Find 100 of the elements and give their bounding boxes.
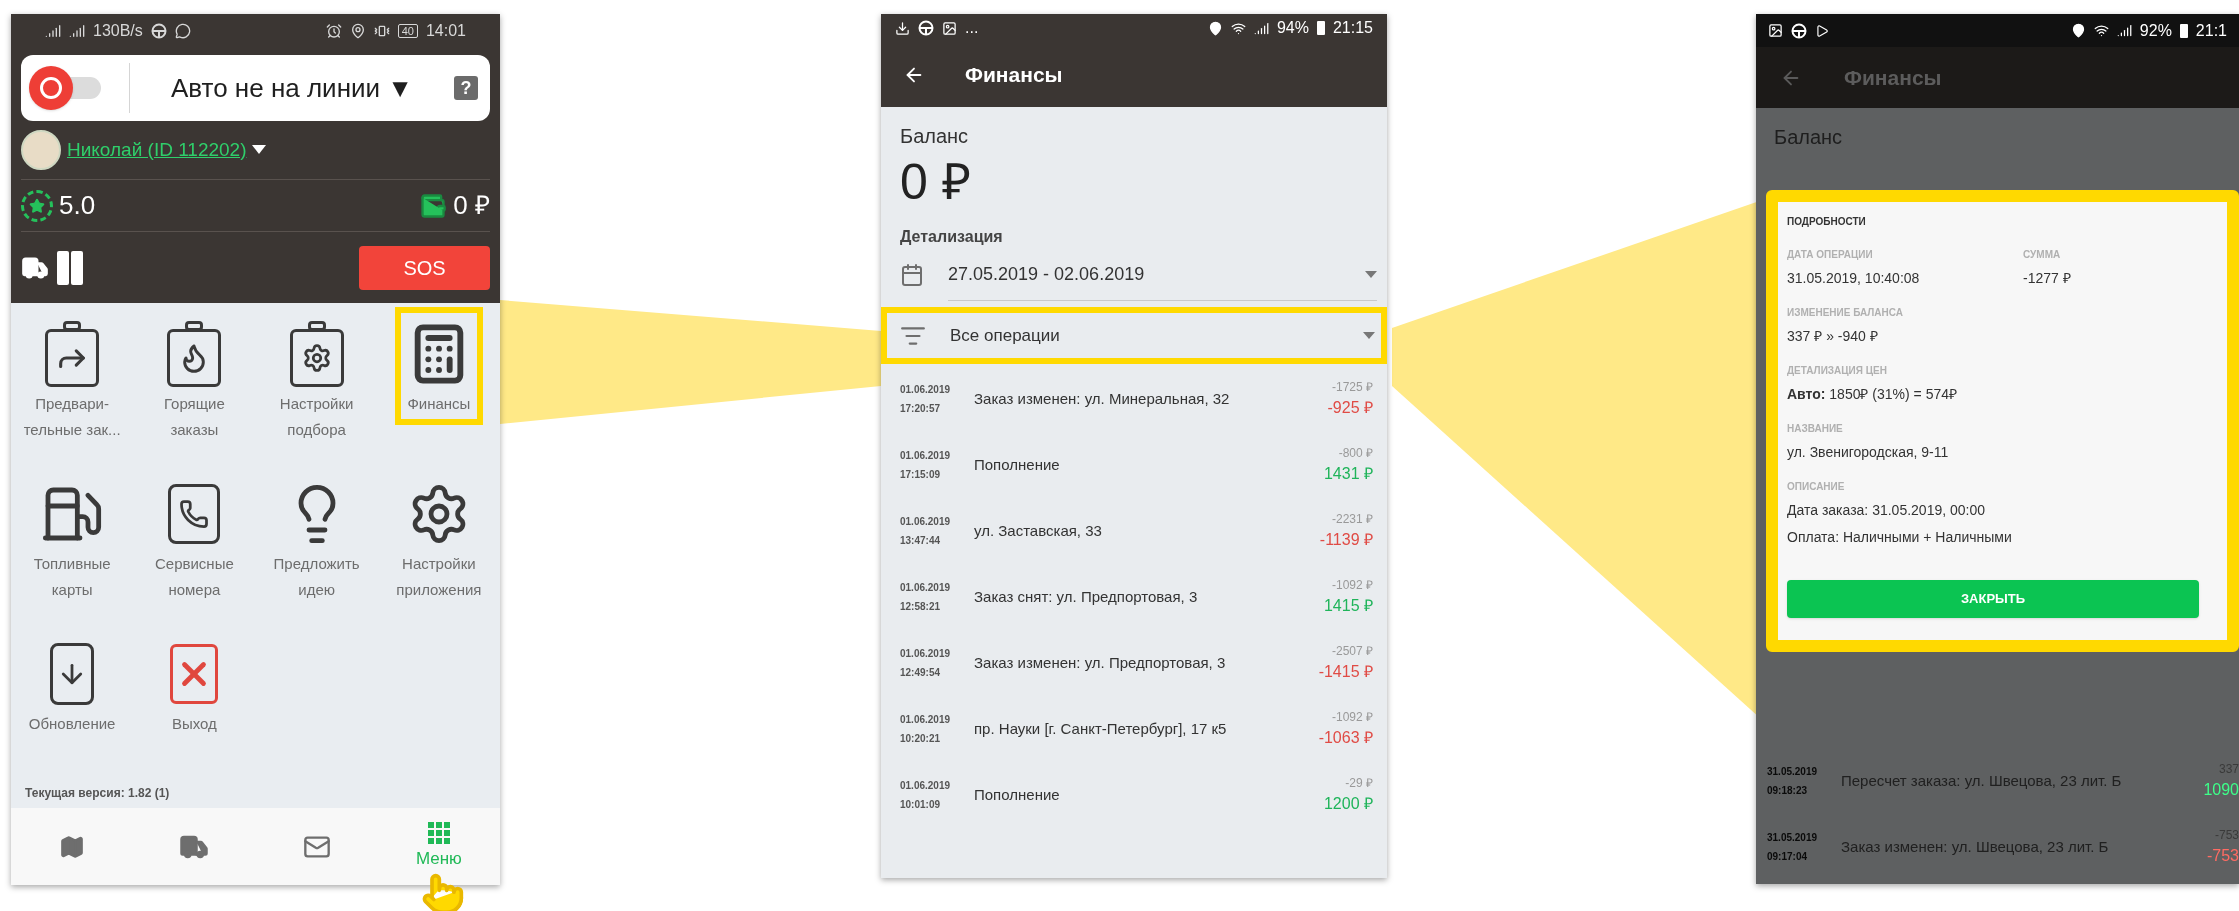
field-value: Дата заказа: 31.05.2019, 00:00 (1787, 501, 1987, 520)
operation-row[interactable]: 01.06.2019 12:49:54 Заказ изменен: ул. Предпортовая, 3 -2507 ₽ -1415 ₽ (900, 630, 1373, 696)
rating-value: 5.0 (59, 189, 96, 222)
menu-tile[interactable]: Топливные карты (33, 473, 111, 603)
download-icon (895, 20, 910, 36)
operation-title: Пересчет заказа: ул. Швецова, 23 лит. Б (1841, 770, 2123, 791)
location-icon (349, 22, 366, 39)
operation-row[interactable]: 01.06.2019 17:20:57 Заказ изменен: ул. Минеральная, 32 -1725 ₽ -925 ₽ (900, 366, 1373, 432)
grid-icon (427, 821, 450, 844)
field-value: ул. Звенигородская, 9-11 (1787, 443, 1950, 462)
calendar-icon (900, 263, 924, 287)
operation-title: Пополнение (974, 784, 1061, 805)
field-label: ОПИСАНИЕ (1787, 480, 1846, 494)
menu-tile-label: Предложить идею (273, 554, 360, 600)
clipboard-gear-icon (289, 321, 344, 387)
operation-datetime: 01.06.2019 10:20:21 (900, 713, 952, 746)
menu-tile-label: Сервисные номера (155, 554, 234, 600)
signal-icon (2116, 23, 2132, 38)
driver-name-link[interactable]: Николай (ID 112202) (67, 135, 247, 165)
field-value: 337 ₽ » -940 ₽ (1787, 327, 1879, 346)
clock: 14:01 (425, 20, 466, 41)
battery-icon (1316, 21, 1325, 35)
steering-wheel-icon (1791, 22, 1807, 39)
menu-tile[interactable]: Обновление (28, 633, 116, 737)
menu-tile[interactable]: Сервисные номера (155, 473, 234, 603)
field-value: Оплата: Наличными + Наличными (1787, 528, 2013, 547)
online-status-label[interactable]: Авто не на линии ▼ (130, 68, 454, 108)
signal-icon (69, 22, 85, 39)
menu-tile-label: Финансы (407, 394, 471, 414)
operation-datetime: 01.06.2019 12:49:54 (900, 647, 952, 680)
menu-tile[interactable]: Выход (170, 633, 219, 737)
help-icon[interactable]: ? (454, 76, 478, 100)
field-label: НАЗВАНИЕ (1787, 422, 1844, 436)
operation-datetime: 31.05.2019 09:18:23 (1767, 765, 1819, 798)
field-label: ИЗМЕНЕНИЕ БАЛАНСА (1787, 306, 1904, 320)
hand-pointer-icon (421, 872, 465, 911)
operation-row[interactable]: 01.06.2019 10:01:09 Пополнение -29 ₽ 1200 ₽ (900, 762, 1373, 828)
network-speed: 130B/s (93, 20, 143, 41)
menu-tile[interactable]: Предложить идею (273, 473, 360, 603)
battery-level: 40 (397, 23, 418, 38)
operation-row[interactable]: 01.06.2019 13:47:44 ул. Заставская, 33 -2231 ₽ -1139 ₽ (900, 498, 1373, 564)
operation-title: Заказ изменен: ул. Минеральная, 32 (974, 388, 1231, 409)
balance-change: -1139 ₽ (1319, 530, 1373, 550)
location-icon (1207, 20, 1223, 36)
operations-filter[interactable]: Все операции (887, 313, 1381, 358)
app-version: Текущая версия: 1.82 (1) (24, 785, 171, 802)
battery-icon (2179, 23, 2188, 38)
balance-change: -925 ₽ (1327, 398, 1373, 418)
field-label: СУММА (2023, 248, 2062, 262)
menu-tile[interactable]: Настройки приложения (396, 473, 482, 603)
wallet-icon (419, 191, 448, 220)
operation-title: Заказ снят: ул. Предпортовая, 3 (974, 586, 1199, 607)
caret-icon[interactable] (252, 145, 267, 155)
operation-amount: -1092 ₽ (1331, 709, 1373, 726)
balance-label: Баланс (1774, 125, 1844, 150)
menu-tile-label: Обновление (28, 714, 116, 734)
date-range-select[interactable]: 27.05.2019 - 02.06.2019 (948, 249, 1377, 301)
wallet-balance: 0 ₽ (453, 189, 490, 222)
clipboard-flame-icon (167, 321, 222, 387)
operation-amount: -2507 ₽ (1331, 643, 1373, 660)
menu-tile-label: Выход (171, 714, 217, 734)
map-icon (59, 833, 86, 860)
operation-datetime: 01.06.2019 13:47:44 (900, 515, 952, 548)
field-label: ДАТА ОПЕРАЦИИ (1787, 248, 1874, 262)
close-button[interactable]: ЗАКРЫТЬ (1787, 580, 2199, 618)
field-label: ДЕТАЛИЗАЦИЯ ЦЕН (1787, 364, 1888, 378)
menu-tile-label: Топливные карты (33, 554, 111, 600)
menu-tile[interactable]: Горящие заказы (163, 313, 225, 443)
operation-title: Заказ изменен: ул. Швецова, 23 лит. Б (1841, 836, 2110, 857)
balance-change: -1415 ₽ (1318, 662, 1373, 682)
operation-datetime: 31.05.2019 09:17:04 (1767, 831, 1819, 864)
operation-row[interactable]: 01.06.2019 17:15:09 Пополнение -800 ₽ 1431 ₽ (900, 432, 1373, 498)
operation-row[interactable]: 01.06.2019 12:58:21 Заказ снят: ул. Предпортовая, 3 -1092 ₽ 1415 ₽ (900, 564, 1373, 630)
sos-button[interactable]: SOS (359, 245, 490, 290)
operation-datetime: 01.06.2019 17:20:57 (900, 383, 952, 416)
phone-download-icon (50, 643, 95, 705)
operation-row[interactable]: 01.06.2019 10:20:21 пр. Науки [г. Санкт-Петербург], 17 к5 -1092 ₽ -1063 ₽ (900, 696, 1373, 762)
menu-tile[interactable]: Финансы (406, 313, 471, 417)
operation-datetime: 01.06.2019 17:15:09 (900, 449, 952, 482)
field-value: Авто: 1850₽ (31%) = 574₽ (1787, 385, 1958, 404)
screen-title: Финансы (1844, 64, 1942, 91)
clipboard-arrow-icon (45, 321, 100, 387)
balance-change: 1415 ₽ (1323, 596, 1373, 616)
clock: 21:15 (1332, 18, 1373, 38)
menu-tile[interactable]: Предвари- тельные зак... (23, 313, 121, 443)
operation-title: Заказ изменен: ул. Предпортовая, 3 (974, 652, 1227, 673)
play-icon (1815, 23, 1829, 38)
balance-change: -1063 ₽ (1318, 728, 1373, 748)
operation-title: ул. Заставская, 33 (974, 520, 1103, 541)
screen-title: Финансы (965, 61, 1063, 88)
caret-icon (1365, 271, 1377, 278)
phone-book-icon (168, 484, 221, 544)
menu-tile-label: Предвари- тельные зак... (23, 394, 121, 440)
field-value: 31.05.2019, 10:40:08 (1787, 269, 1921, 288)
menu-tile[interactable]: Настройки подбора (279, 313, 354, 443)
signal-icon (1253, 20, 1269, 36)
dialog-heading: ПОДРОБНОСТИ (1787, 215, 1867, 229)
avatar (21, 130, 61, 170)
field-value: -1277 ₽ (2023, 269, 2072, 288)
location-icon (2070, 23, 2086, 38)
